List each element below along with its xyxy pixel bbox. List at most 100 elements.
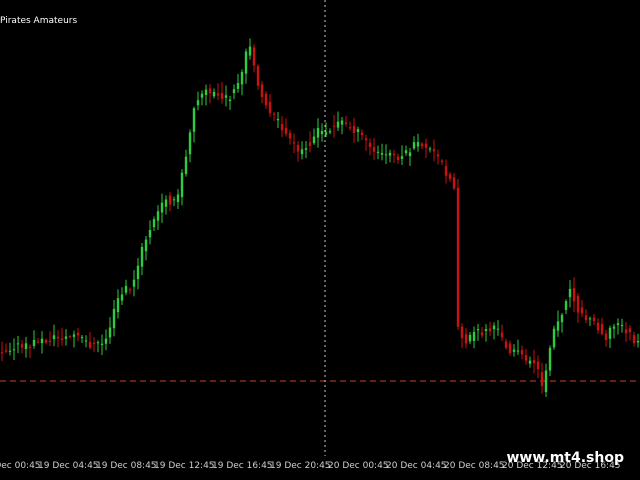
candle (252, 44, 256, 73)
candle-body (472, 332, 476, 341)
candle (208, 84, 212, 104)
candle-body (232, 89, 236, 94)
indicator-label: Pirates Amateurs (0, 16, 78, 26)
candle (204, 84, 208, 106)
price-chart[interactable] (0, 0, 640, 456)
candle (624, 322, 628, 343)
candle-body (432, 149, 436, 152)
candle-body (504, 341, 508, 348)
candle (336, 111, 340, 131)
candle-body (200, 93, 204, 98)
candle (12, 338, 16, 360)
candle (8, 342, 12, 356)
candle-body (548, 347, 552, 371)
candle (416, 133, 420, 152)
candle-body (412, 142, 416, 149)
candle (60, 327, 64, 346)
candle (464, 327, 468, 349)
candle (472, 326, 476, 349)
candle (104, 329, 108, 351)
candle-body (600, 324, 604, 335)
candle-body (376, 151, 380, 153)
candle-body (396, 156, 400, 161)
candle (316, 118, 320, 148)
candle (164, 195, 168, 215)
candle (376, 145, 380, 160)
candle-body (120, 294, 124, 301)
candle-body (216, 93, 220, 96)
candle (216, 83, 220, 100)
candle-body (456, 187, 460, 327)
candle-body (0, 352, 4, 354)
candle (24, 336, 28, 358)
candle-body (168, 195, 172, 205)
candle (20, 340, 24, 354)
candle (256, 64, 260, 90)
candle (576, 293, 580, 323)
candle-body (552, 328, 556, 348)
candle-body (356, 129, 360, 133)
candle (136, 258, 140, 290)
candle-body (568, 288, 572, 298)
candle-body (408, 152, 412, 157)
candle-body (508, 343, 512, 354)
candle (148, 220, 152, 245)
candle (228, 95, 232, 110)
candle (412, 136, 416, 150)
candle-body (348, 127, 352, 129)
candle-body (604, 333, 608, 340)
candle (572, 277, 576, 313)
candle (500, 324, 504, 342)
candle (332, 115, 336, 138)
candle (348, 121, 352, 131)
candle-body (320, 130, 324, 135)
candle-body (196, 100, 200, 106)
candle-body (76, 332, 80, 336)
candle (288, 129, 292, 145)
candle (328, 128, 332, 135)
candle-body (620, 325, 624, 327)
candle-body (72, 334, 76, 337)
candle-body (28, 346, 32, 348)
candle (384, 144, 388, 165)
candle (184, 149, 188, 177)
candle (536, 355, 540, 379)
candle (192, 106, 196, 143)
candle-body (132, 279, 136, 287)
candle-body (488, 328, 492, 332)
candle (200, 90, 204, 106)
candle-body (328, 131, 332, 133)
candle-body (176, 194, 180, 202)
candle-body (528, 360, 532, 364)
candle-body (364, 138, 368, 141)
chart-window[interactable]: Pirates Amateurs 19 Dec 00:4519 Dec 04:4… (0, 0, 640, 480)
candle-body (516, 350, 520, 352)
candle-body (632, 335, 636, 344)
candle-body (596, 322, 600, 331)
candle-body (172, 199, 176, 201)
candle (140, 243, 144, 276)
candle-body (336, 121, 340, 128)
time-tick-label: 19 Dec 00:45 (0, 461, 41, 471)
candle-body (452, 177, 456, 189)
candle (100, 334, 104, 356)
candle (108, 317, 112, 344)
candle (152, 216, 156, 231)
candle-body (440, 160, 444, 162)
candle-body (380, 153, 384, 155)
candle-body (264, 93, 268, 106)
candle (604, 329, 608, 347)
candle (88, 331, 92, 350)
candle-body (576, 295, 580, 313)
candle (304, 141, 308, 159)
candle (76, 327, 80, 342)
candle-body (592, 317, 596, 322)
candle (284, 118, 288, 137)
candle (592, 313, 596, 326)
candle-body (256, 65, 260, 86)
candle (312, 128, 316, 145)
candle-body (48, 340, 52, 342)
candle-body (212, 91, 216, 97)
candle-body (180, 172, 184, 197)
candle (44, 338, 48, 345)
